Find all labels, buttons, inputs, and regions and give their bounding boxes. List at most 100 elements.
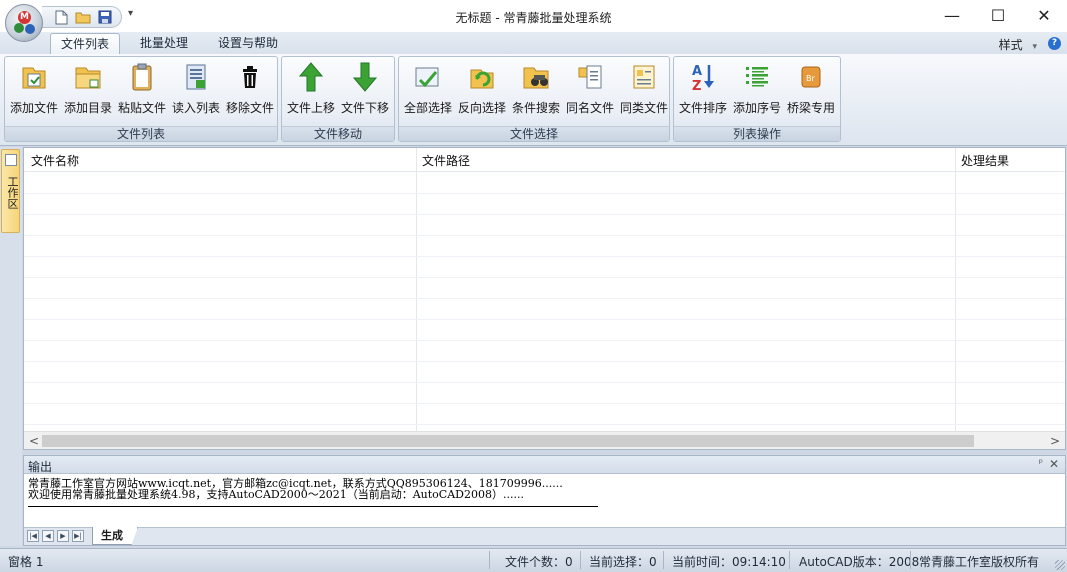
- condition-search-button[interactable]: 条件搜索: [509, 61, 563, 123]
- style-menu-label: 样式: [998, 38, 1023, 52]
- status-separator: [663, 551, 664, 569]
- workspace-tab-label: 工作区: [6, 176, 19, 209]
- last-sheet-button[interactable]: ▶|: [72, 530, 84, 542]
- invert-select-icon: [466, 61, 498, 93]
- same-type-icon: [628, 61, 660, 93]
- prev-sheet-button[interactable]: ◀: [42, 530, 54, 542]
- add-file-label: 添加文件: [9, 101, 58, 115]
- application-menu-button[interactable]: M: [5, 4, 43, 42]
- select-all-icon: [412, 61, 444, 93]
- minimize-button[interactable]: —: [929, 0, 975, 30]
- select-all-button[interactable]: 全部选择: [401, 61, 455, 123]
- help-icon[interactable]: ?: [1048, 37, 1061, 50]
- output-panel: 输出 ᵖ ✕ 常青藤工作室官方网站www.icqt.net，官方邮箱zc@icq…: [23, 455, 1066, 546]
- group-label-list-ops: 列表操作: [674, 126, 840, 141]
- column-separator[interactable]: [416, 148, 417, 431]
- condition-search-label: 条件搜索: [511, 101, 560, 115]
- status-separator: [789, 551, 790, 569]
- arrow-down-icon: [349, 61, 381, 93]
- add-serial-button[interactable]: 添加序号: [730, 61, 784, 123]
- move-down-button[interactable]: 文件下移: [338, 61, 392, 123]
- grid-row-line: [24, 193, 1065, 194]
- tab-settings-help[interactable]: 设置与帮助: [208, 33, 288, 54]
- bridge-special-label: 桥梁专用: [786, 101, 835, 115]
- same-type-label: 同类文件: [619, 101, 668, 115]
- grid-row-line: [24, 214, 1065, 215]
- move-up-button[interactable]: 文件上移: [284, 61, 338, 123]
- workspace-icon: [5, 154, 17, 166]
- numbered-list-icon: [741, 61, 773, 93]
- column-header-result[interactable]: 处理结果: [961, 152, 1009, 169]
- column-separator[interactable]: [955, 148, 956, 431]
- output-line: 欢迎使用常青藤批量处理系统4.98，支持AutoCAD2000～2021（当前启…: [28, 488, 524, 501]
- paste-icon: [126, 61, 158, 93]
- output-title: 输出: [28, 460, 53, 474]
- window-title: 无标题 - 常青藤批量处理系统: [455, 11, 612, 25]
- invert-select-button[interactable]: 反向选择: [455, 61, 509, 123]
- tab-file-list[interactable]: 文件列表: [50, 33, 121, 54]
- load-list-button[interactable]: 读入列表: [169, 61, 223, 123]
- scroll-left-button[interactable]: <: [26, 433, 42, 449]
- group-label-file-list: 文件列表: [5, 126, 277, 141]
- group-label-file-select: 文件选择: [399, 126, 669, 141]
- output-underline: [28, 506, 598, 507]
- invert-select-label: 反向选择: [457, 101, 506, 115]
- output-close-button[interactable]: ✕: [1049, 457, 1059, 471]
- file-list-grid[interactable]: 文件名称 文件路径 处理结果 < >: [23, 147, 1066, 450]
- maximize-button[interactable]: ☐: [975, 0, 1021, 30]
- remove-file-button[interactable]: 移除文件: [223, 61, 277, 123]
- add-file-button[interactable]: 添加文件: [7, 61, 61, 123]
- paste-file-button[interactable]: 粘贴文件: [115, 61, 169, 123]
- bridge-special-button[interactable]: Br 桥梁专用: [784, 61, 838, 123]
- ribbon: 添加文件 添加目录 粘贴文件 读入列表 移除文件 文件列表 文件上移 文件下移 …: [0, 54, 1067, 146]
- grid-row-line: [24, 319, 1065, 320]
- output-log: 常青藤工作室官方网站www.icqt.net，官方邮箱zc@icqt.net，联…: [28, 478, 563, 500]
- group-label-file-move: 文件移动: [282, 126, 394, 141]
- resize-grip-icon[interactable]: [1055, 560, 1065, 570]
- svg-text:Z: Z: [692, 79, 701, 93]
- load-list-icon: [180, 61, 212, 93]
- move-down-label: 文件下移: [340, 101, 389, 115]
- horizontal-scrollbar[interactable]: < >: [24, 431, 1065, 449]
- add-folder-label: 添加目录: [63, 101, 112, 115]
- workspace-tab[interactable]: 工作区: [1, 149, 20, 233]
- column-header-file-path[interactable]: 文件路径: [422, 152, 470, 169]
- trash-icon: [234, 61, 266, 93]
- add-folder-icon: [72, 61, 104, 93]
- close-button[interactable]: ✕: [1021, 0, 1067, 30]
- paste-file-label: 粘贴文件: [117, 101, 166, 115]
- tab-batch-process[interactable]: 批量处理: [130, 33, 198, 54]
- scrollbar-thumb[interactable]: [42, 435, 974, 447]
- status-separator: [910, 551, 911, 569]
- same-type-button[interactable]: 同类文件: [617, 61, 671, 123]
- sheet-tab-generate[interactable]: 生成: [92, 527, 138, 545]
- group-file-move: 文件上移 文件下移 文件移动: [281, 56, 395, 142]
- sort-files-button[interactable]: AZ 文件排序: [676, 61, 730, 123]
- status-file-count: 文件个数：0: [505, 555, 573, 569]
- column-header-file-name[interactable]: 文件名称: [31, 152, 79, 169]
- bridge-icon: Br: [795, 61, 827, 93]
- add-file-icon: [18, 61, 50, 93]
- ribbon-tab-row: 文件列表 批量处理 设置与帮助 样式 ▾ ?: [0, 32, 1067, 54]
- scroll-right-button[interactable]: >: [1047, 433, 1063, 449]
- status-separator: [580, 551, 581, 569]
- grid-row-line: [24, 403, 1065, 404]
- logo-dot-blue: [25, 24, 35, 34]
- same-name-label: 同名文件: [565, 101, 614, 115]
- title-bar: M ▾ 无标题 - 常青藤批量处理系统 — ☐ ✕: [0, 0, 1067, 42]
- pin-icon[interactable]: ᵖ: [1039, 458, 1043, 469]
- next-sheet-button[interactable]: ▶: [57, 530, 69, 542]
- same-name-button[interactable]: 同名文件: [563, 61, 617, 123]
- group-file-select: 全部选择 反向选择 条件搜索 同名文件 同类文件 文件选择: [398, 56, 670, 142]
- same-name-icon: [574, 61, 606, 93]
- sort-az-icon: AZ: [687, 61, 719, 93]
- grid-row-line: [24, 382, 1065, 383]
- group-list-ops: AZ 文件排序 添加序号 Br 桥梁专用 列表操作: [673, 56, 841, 142]
- add-folder-button[interactable]: 添加目录: [61, 61, 115, 123]
- first-sheet-button[interactable]: |◀: [27, 530, 39, 542]
- add-serial-label: 添加序号: [732, 101, 781, 115]
- grid-row-line: [24, 298, 1065, 299]
- style-menu[interactable]: 样式 ▾: [999, 36, 1037, 53]
- status-copyright: 常青藤工作室版权所有: [919, 555, 1040, 569]
- left-dock: 工作区: [0, 147, 22, 546]
